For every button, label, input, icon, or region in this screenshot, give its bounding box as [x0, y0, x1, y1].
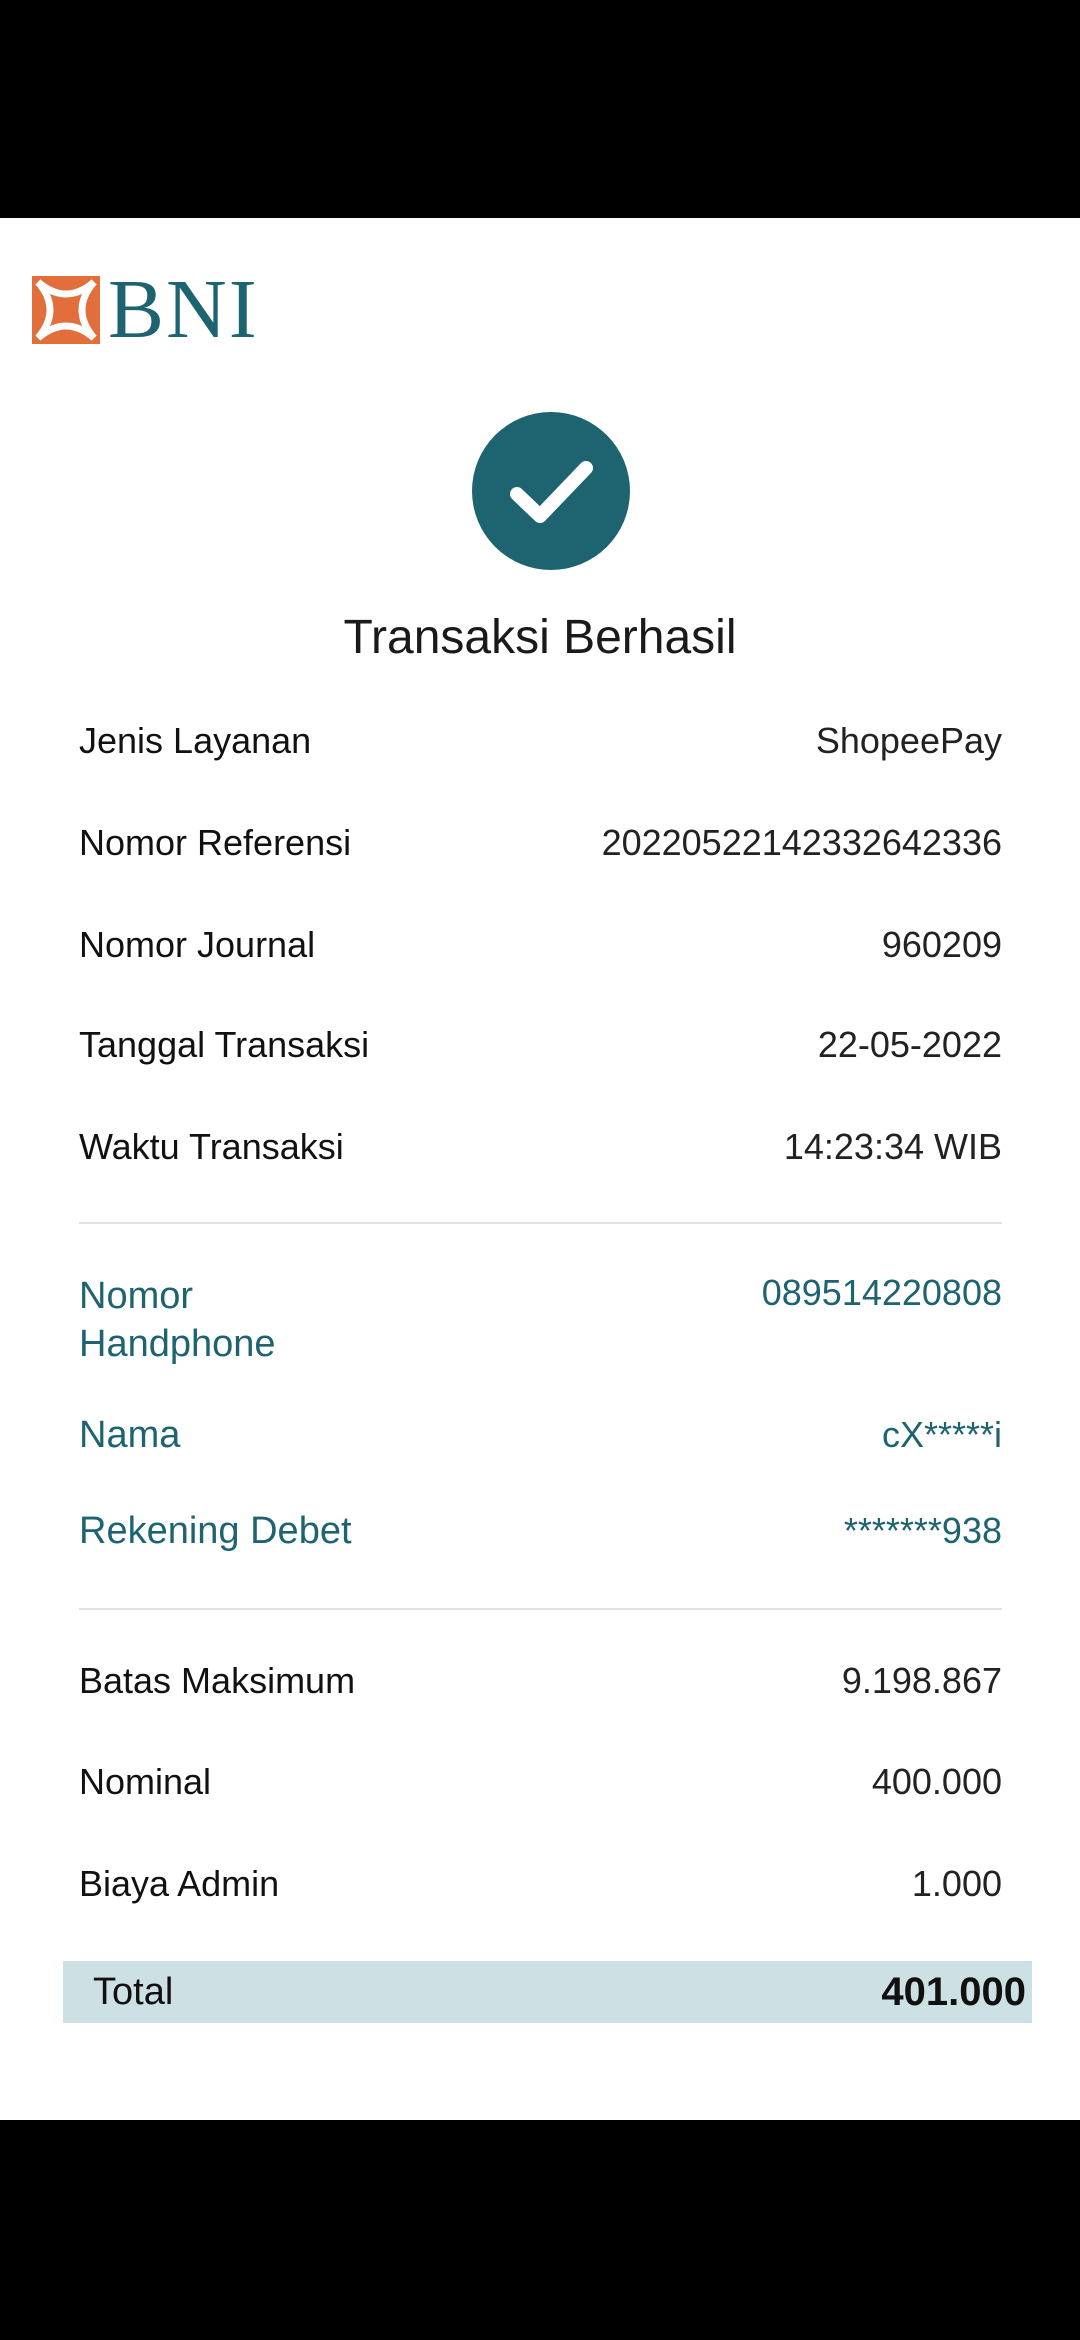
check-icon	[472, 412, 630, 570]
account-value: *******938	[843, 1510, 1002, 1551]
amount-value: 9.198.867	[841, 1660, 1002, 1701]
detail-row-nomor-journal: Nomor Journal 960209	[79, 924, 1002, 966]
top-black-bar	[0, 0, 1080, 218]
watermark-mark-icon: ✕	[1018, 1202, 1028, 1283]
divider	[79, 1222, 1002, 1224]
detail-value: 20220522142332642336	[601, 822, 1002, 863]
amount-row-batas-maksimum: Batas Maksimum 9.198.867	[79, 1660, 1002, 1702]
detail-row-jenis-layanan: Jenis Layanan ShopeePay	[79, 720, 1002, 762]
bottom-black-bar	[0, 2120, 1080, 2340]
amount-label: Biaya Admin	[79, 1863, 280, 1904]
watermark-word: BNI	[1018, 396, 1028, 493]
total-value: 401.000	[881, 1969, 1026, 2014]
detail-label: Nomor Journal	[79, 924, 316, 965]
detail-row-nomor-referensi: Nomor Referensi 20220522142332642336	[79, 822, 1002, 864]
detail-label: Tanggal Transaksi	[79, 1024, 370, 1065]
watermark-mark-icon: ✕	[1018, 492, 1028, 573]
watermark-word: BNI	[1018, 1460, 1028, 1557]
status-title: Transaksi Berhasil	[343, 611, 737, 664]
watermark-mark-icon: ✕	[1018, 670, 1028, 751]
watermark-word: BNI	[1018, 1105, 1028, 1202]
detail-value: ShopeePay	[815, 720, 1002, 761]
bni-logo-mark-icon	[32, 276, 100, 344]
bni-logo: BNI	[32, 268, 259, 352]
amount-value: 1.000	[911, 1863, 1002, 1904]
detail-value: 22-05-2022	[817, 1024, 1002, 1065]
detail-value: 14:23:34 WIB	[783, 1126, 1002, 1167]
account-row-nama: Nama cX*****i	[79, 1414, 1002, 1457]
watermark-mark-icon: ✕	[1018, 1556, 1028, 1637]
account-label: Rekening Debet	[79, 1510, 352, 1552]
amount-label: Nominal	[79, 1761, 212, 1802]
watermark-word: BNI	[1018, 1637, 1028, 1734]
detail-row-waktu-transaksi: Waktu Transaksi 14:23:34 WIB	[79, 1126, 1002, 1168]
detail-row-tanggal-transaksi: Tanggal Transaksi 22-05-2022	[79, 1024, 1002, 1066]
account-label: Nomor Handphone	[79, 1275, 276, 1365]
account-value: 089514220808	[761, 1272, 1002, 1313]
watermark-mark-icon: ✕	[1018, 1379, 1028, 1460]
account-row-nomor-handphone: Nomor Handphone 089514220808	[79, 1272, 1002, 1368]
watermark-mark-icon: ✕	[1018, 1024, 1028, 1105]
watermark-mark-icon: ✕	[1018, 1733, 1028, 1814]
total-label: Total	[93, 1970, 174, 2013]
watermark-word: BNI	[1018, 1282, 1028, 1379]
account-value: cX*****i	[881, 1414, 1002, 1455]
account-row-rekening-debet: Rekening Debet *******938	[79, 1510, 1002, 1553]
detail-label: Waktu Transaksi	[79, 1126, 344, 1167]
watermark-word: BNI	[1018, 1814, 1028, 1911]
bni-logo-text: BNI	[108, 263, 259, 356]
detail-value: 960209	[881, 924, 1002, 965]
amount-label: Batas Maksimum	[79, 1660, 356, 1701]
detail-label: Nomor Referensi	[79, 822, 352, 863]
total-bar: Total 401.000	[63, 1961, 1032, 2023]
amount-row-nominal: Nominal 400.000	[79, 1761, 1002, 1803]
watermark-mark-icon: ✕	[1018, 847, 1028, 928]
amount-value: 400.000	[871, 1761, 1002, 1802]
divider	[79, 1608, 1002, 1610]
amount-row-biaya-admin: Biaya Admin 1.000	[79, 1863, 1002, 1905]
account-label: Nama	[79, 1414, 181, 1456]
watermark-word: BNI	[1018, 750, 1028, 847]
receipt-card: BNI BNI ✕ BNI ✕ BNI ✕ BNI ✕ BNI ✕ BNI ✕ …	[0, 218, 1080, 2120]
watermark-word: BNI	[1018, 928, 1028, 1025]
watermark-mark-icon: ✕	[1018, 388, 1028, 396]
detail-label: Jenis Layanan	[79, 720, 312, 761]
